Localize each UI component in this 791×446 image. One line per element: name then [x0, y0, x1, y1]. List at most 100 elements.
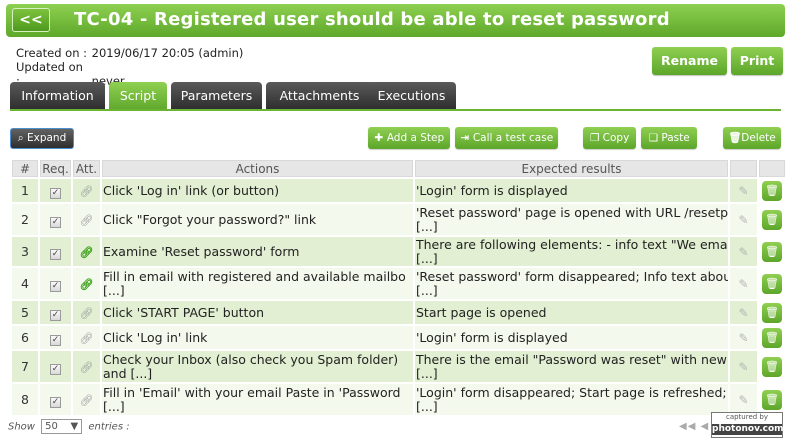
entries-label: entries :: [88, 421, 130, 433]
table-row[interactable]: 6 ✓ 🔗︎ Click 'Log in' link 'Login' form is d…: [12, 326, 785, 349]
delete-button[interactable]: 🗑Delete: [723, 127, 781, 149]
pencil-icon[interactable]: ✎: [738, 277, 748, 291]
tab-underline: [10, 109, 781, 111]
link-icon[interactable]: 🔗︎: [80, 214, 94, 227]
table-row[interactable]: 3 ✓ 🔗︎ Examine 'Reset password' form There a…: [12, 237, 785, 266]
step-expected-line: 'Login' form is displayed: [416, 330, 568, 345]
attachment-cell: 🔗︎: [73, 326, 100, 349]
trash-icon[interactable]: 🗑: [762, 209, 782, 230]
table-row[interactable]: 7 ✓ 🔗︎ Check your Inbox (also check you Spa…: [12, 351, 785, 382]
step-action[interactable]: Click "Forgot your password?" link: [102, 204, 413, 235]
requirement-checkbox[interactable]: ✓: [50, 248, 61, 260]
step-expected-result[interactable]: 'Reset password' page is opened with URL…: [415, 204, 728, 235]
table-row[interactable]: 2 ✓ 🔗︎ Click "Forgot your password?" link 'R…: [12, 204, 785, 235]
delete-cell: 🗑: [759, 204, 785, 235]
print-button[interactable]: Print: [731, 47, 783, 75]
step-number: 4: [12, 268, 38, 299]
trash-icon[interactable]: 🗑: [762, 273, 782, 294]
requirement-checkbox[interactable]: ✓: [50, 216, 61, 228]
tab-attachments[interactable]: Attachments: [266, 82, 373, 110]
delete-cell: 🗑: [759, 351, 785, 382]
step-action[interactable]: Examine 'Reset password' form: [102, 237, 413, 266]
link-icon[interactable]: 🔗︎: [80, 394, 94, 407]
step-action[interactable]: Fill in 'Email' with your email Paste in…: [102, 384, 413, 415]
step-expected-result[interactable]: 'Login' form is displayed: [415, 326, 728, 349]
pencil-icon[interactable]: ✎: [738, 184, 748, 198]
add-step-button[interactable]: ✚ Add a Step: [368, 127, 450, 149]
requirement-checkbox[interactable]: ✓: [50, 396, 61, 408]
attachment-cell: 🔗︎: [73, 268, 100, 299]
pencil-icon[interactable]: ✎: [738, 331, 748, 345]
link-icon[interactable]: 🔗︎: [80, 278, 94, 291]
table-row[interactable]: 5 ✓ 🔗︎ Click 'START PAGE' button Start page …: [12, 301, 785, 324]
step-action[interactable]: Click 'START PAGE' button: [102, 301, 413, 324]
trash-icon[interactable]: 🗑: [762, 302, 782, 323]
column-header-expected[interactable]: Expected results: [415, 160, 728, 177]
step-number: 3: [12, 237, 38, 266]
back-button[interactable]: <<: [12, 8, 50, 32]
pencil-icon[interactable]: ✎: [738, 360, 748, 374]
tab-information[interactable]: Information: [10, 82, 105, 110]
pencil-icon[interactable]: ✎: [738, 245, 748, 259]
column-header-number[interactable]: #: [12, 160, 38, 177]
requirement-checkbox[interactable]: ✓: [50, 187, 61, 199]
step-expected-result[interactable]: Start page is opened: [415, 301, 728, 324]
link-icon[interactable]: 🔗︎: [80, 361, 94, 374]
step-expected-result[interactable]: 'Login' form is displayed: [415, 179, 728, 202]
tab-script[interactable]: Script: [109, 82, 167, 110]
copy-button[interactable]: ❐ Copy: [583, 127, 636, 149]
table-row[interactable]: 8 ✓ 🔗︎ Fill in 'Email' with your email Past…: [12, 384, 785, 415]
link-icon[interactable]: 🔗︎: [80, 246, 94, 259]
step-expected-result[interactable]: 'Login' form disappeared; Start page is …: [415, 384, 728, 415]
call-test-case-button[interactable]: ⇥ Call a test case: [455, 127, 558, 149]
attachment-cell: 🔗︎: [73, 204, 100, 235]
paste-button[interactable]: ❏ Paste: [641, 127, 697, 149]
step-action[interactable]: Check your Inbox (also check you Spam fo…: [102, 351, 413, 382]
column-header-att[interactable]: Att.: [73, 160, 100, 177]
requirement-checkbox[interactable]: ✓: [50, 334, 61, 346]
requirement-checkbox[interactable]: ✓: [50, 363, 61, 375]
link-icon[interactable]: 🔗︎: [80, 332, 94, 345]
expand-button[interactable]: ⌕ Expand: [10, 128, 74, 149]
delete-cell: 🗑: [759, 326, 785, 349]
table-row[interactable]: 1 ✓ 🔗︎ Click 'Log in' link (or button) 'Logi…: [12, 179, 785, 202]
requirement-checkbox[interactable]: ✓: [50, 309, 61, 321]
pencil-icon[interactable]: ✎: [738, 306, 748, 320]
pencil-icon[interactable]: ✎: [738, 393, 748, 407]
step-action[interactable]: Fill in email with registered and availa…: [102, 268, 413, 299]
call-test-case-label: Call a test case: [472, 132, 554, 144]
tab-executions[interactable]: Executions: [367, 82, 456, 110]
step-number-value: 5: [21, 305, 29, 320]
trash-icon[interactable]: 🗑: [762, 356, 782, 377]
requirement-checkbox[interactable]: ✓: [50, 280, 61, 292]
trash-icon[interactable]: 🗑: [762, 241, 782, 262]
step-expected-line: There are following elements: - info tex…: [416, 237, 728, 252]
step-expected-result[interactable]: There is the email "Password was reset" …: [415, 351, 728, 382]
step-action-line: Check your Inbox (also check you Spam fo…: [103, 352, 399, 367]
rename-button[interactable]: Rename: [652, 47, 727, 75]
step-expected-result[interactable]: There are following elements: - info tex…: [415, 237, 728, 266]
column-header-req[interactable]: Req.: [40, 160, 71, 177]
tab-parameters[interactable]: Parameters: [171, 82, 262, 110]
step-action[interactable]: Click 'Log in' link: [102, 326, 413, 349]
step-number: 2: [12, 204, 38, 235]
table-row[interactable]: 4 ✓ 🔗︎ Fill in email with registered and av…: [12, 268, 785, 299]
step-expected-line: [...]: [416, 283, 438, 298]
page-size-select[interactable]: 50 ▼: [41, 419, 83, 434]
trash-icon[interactable]: 🗑: [762, 327, 782, 348]
delete-cell: 🗑: [759, 179, 785, 202]
trash-icon[interactable]: 🗑: [762, 389, 782, 410]
requirement-cell: ✓: [40, 179, 71, 202]
pagination-controls[interactable]: ◀◀ ◀: [679, 421, 709, 432]
step-expected-result[interactable]: 'Reset password' form disappeared; Info …: [415, 268, 728, 299]
step-expected-line: [...]: [416, 219, 438, 234]
link-icon[interactable]: 🔗︎: [80, 185, 94, 198]
step-action[interactable]: Click 'Log in' link (or button): [102, 179, 413, 202]
page-size-value: 50: [45, 421, 58, 432]
column-header-actions[interactable]: Actions: [102, 160, 413, 177]
link-icon[interactable]: 🔗︎: [80, 307, 94, 320]
watermark-line1: captured by: [725, 413, 769, 421]
pencil-icon[interactable]: ✎: [738, 213, 748, 227]
step-action-line: Examine 'Reset password' form: [103, 244, 300, 259]
trash-icon[interactable]: 🗑: [762, 180, 782, 201]
